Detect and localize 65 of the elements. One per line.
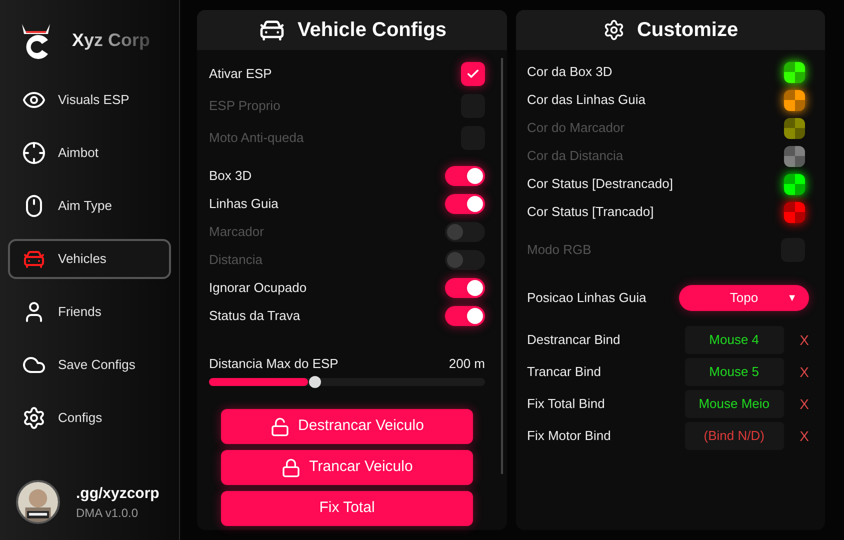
panel-title: Vehicle Configs (298, 18, 446, 43)
nav-item[interactable]: Configs (8, 398, 171, 438)
option-label: Ativar ESP (209, 65, 272, 84)
clear-bind-button[interactable]: X (800, 426, 809, 446)
checkbox[interactable] (461, 62, 485, 86)
check-icon (466, 67, 480, 81)
bind-label: Destrancar Bind (527, 331, 622, 350)
target-icon (22, 141, 46, 165)
version-label: DMA v1.0.0 (76, 505, 140, 522)
dropdown-value: Topo (730, 289, 758, 308)
option-label: Ignorar Ocupado (209, 279, 307, 298)
panel-title: Customize (636, 18, 738, 43)
nav-item[interactable]: Vehicles (8, 239, 171, 279)
slider-label: Distancia Max do ESP (209, 355, 338, 373)
toggle-switch[interactable] (445, 194, 485, 214)
color-label: Cor do Marcador (527, 119, 625, 138)
dropdown-label: Posicao Linhas Guia (527, 289, 646, 308)
option-label: Linhas Guia (209, 195, 278, 214)
dropdown-arrow: ▼ (787, 292, 797, 306)
nav-item[interactable]: Friends (8, 292, 171, 332)
option-label: Status da Trava (209, 307, 300, 326)
toggle-switch[interactable] (445, 278, 485, 298)
nav-item[interactable]: Visuals ESP (8, 80, 171, 120)
option-label: Marcador (209, 223, 264, 242)
lock-icon (281, 458, 302, 478)
color-swatch[interactable] (784, 174, 805, 194)
action-button[interactable]: Trancar Veiculo (221, 450, 473, 485)
action-button[interactable]: Fix Total (221, 491, 473, 526)
slider-track[interactable] (209, 378, 485, 386)
color-label: Cor da Distancia (527, 147, 624, 166)
option-label: ESP Proprio (209, 97, 280, 116)
bind-label: Fix Total Bind (527, 395, 606, 414)
toggle-switch[interactable] (445, 166, 485, 186)
nav-item[interactable]: Aim Type (8, 186, 171, 226)
toggle-switch[interactable] (445, 306, 485, 326)
color-swatch[interactable] (784, 90, 805, 110)
nav-item[interactable]: Aimbot (8, 133, 171, 173)
profile-handle: .gg/xyzcorp (76, 484, 160, 504)
color-label: Cor das Linhas Guia (527, 91, 646, 110)
bind-field[interactable]: (Bind N/D) (684, 422, 784, 450)
gear-icon (602, 19, 625, 41)
option-label: Distancia (209, 251, 262, 270)
bind-field[interactable]: Mouse 5 (684, 358, 784, 386)
color-label: Cor Status [Trancado] (527, 203, 654, 222)
slider-thumb[interactable] (309, 376, 322, 388)
bind-field[interactable]: Mouse 4 (684, 326, 784, 354)
option-label: Modo RGB (527, 241, 592, 260)
color-swatch[interactable] (784, 202, 805, 222)
option-label: Box 3D (209, 167, 252, 186)
dropdown[interactable]: Topo ▼ (679, 285, 809, 311)
clear-bind-button[interactable]: X (800, 362, 809, 382)
color-label: Cor Status [Destrancado] (527, 175, 673, 194)
bind-label: Trancar Bind (527, 363, 602, 382)
action-button[interactable]: Destrancar Veiculo (221, 409, 473, 444)
clear-bind-button[interactable]: X (800, 330, 809, 350)
unlock-icon (270, 416, 290, 436)
option-label: Moto Anti-queda (209, 129, 304, 148)
bind-field[interactable]: Mouse Meio (684, 390, 784, 418)
color-label: Cor da Box 3D (527, 63, 612, 82)
nav-item[interactable]: Save Configs (8, 345, 171, 385)
clear-bind-button[interactable]: X (800, 394, 809, 414)
gear-icon (22, 406, 46, 430)
slider-value: 200 m (448, 355, 485, 373)
bind-label: Fix Motor Bind (527, 427, 612, 446)
color-swatch[interactable] (784, 62, 805, 82)
